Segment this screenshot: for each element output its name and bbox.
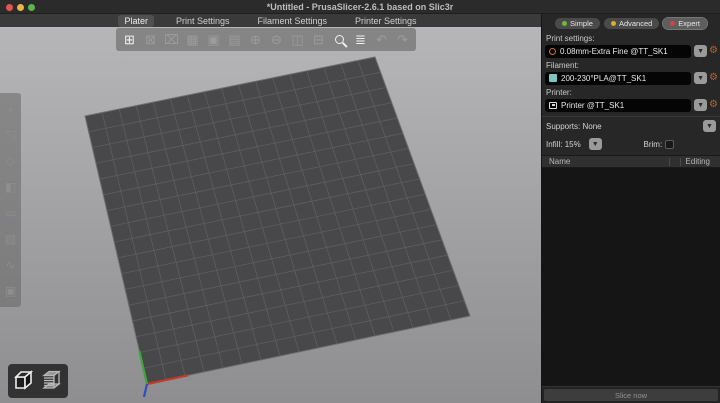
- column-editing: Editing: [685, 157, 710, 166]
- preview-view-button[interactable]: [39, 367, 65, 395]
- tab-printer-settings[interactable]: Printer Settings: [349, 15, 423, 27]
- scale-gizmo-icon[interactable]: ◹: [0, 122, 21, 148]
- prusaslicer-window: *Untitled - PrusaSlicer-2.6.1 based on S…: [0, 0, 720, 403]
- arrange-icon[interactable]: ▦: [182, 29, 203, 50]
- add-instance-icon[interactable]: ⊕: [245, 29, 266, 50]
- supports-dropdown-button[interactable]: ▼: [703, 120, 716, 132]
- filament-gear-icon[interactable]: ⚙: [709, 73, 718, 83]
- printer-combo[interactable]: Printer @TT_SK1: [545, 98, 692, 112]
- seam-painting-gizmo-icon[interactable]: ∿: [0, 252, 21, 278]
- mode-label: Advanced: [618, 19, 653, 28]
- print-settings-label: Print settings:: [546, 34, 595, 43]
- copy-icon[interactable]: ▣: [203, 29, 224, 50]
- gizmo-toolbar: ⌖ ◹ ◇ ◧ ▭ ▧ ∿ ▣: [0, 93, 21, 307]
- add-object-icon[interactable]: ⊞: [119, 29, 140, 50]
- print-settings-gear-icon[interactable]: ⚙: [709, 46, 718, 56]
- mode-expert-button[interactable]: Expert: [662, 17, 708, 30]
- window-title: *Untitled - PrusaSlicer-2.6.1 based on S…: [266, 1, 454, 12]
- cube-icon: [14, 370, 34, 390]
- right-sidebar: Simple Advanced Expert Print settings: 0.0…: [541, 14, 720, 403]
- supports-value: None: [582, 121, 602, 131]
- filament-label: Filament:: [546, 61, 579, 70]
- delete-object-icon[interactable]: ⊠: [140, 29, 161, 50]
- filament-combo[interactable]: 200-230°PLA@TT_SK1: [545, 71, 692, 85]
- printer-gear-icon[interactable]: ⚙: [709, 100, 718, 110]
- tab-filament-settings[interactable]: Filament Settings: [251, 15, 333, 27]
- print-settings-value: 0.08mm-Extra Fine @TT_SK1: [560, 46, 668, 56]
- split-to-parts-icon[interactable]: ⊟: [308, 29, 329, 50]
- close-button[interactable]: [6, 3, 13, 11]
- view-mode-toggle: [8, 364, 68, 398]
- brim-checkbox[interactable]: [665, 139, 675, 149]
- undo-icon[interactable]: ↶: [371, 29, 392, 50]
- tab-print-settings[interactable]: Print Settings: [170, 15, 236, 27]
- mode-label: Expert: [678, 19, 700, 28]
- paint-supports-gizmo-icon[interactable]: ▧: [0, 226, 21, 252]
- print-bed[interactable]: [0, 27, 541, 403]
- 3d-editor-view-button[interactable]: [11, 367, 37, 395]
- delete-all-icon[interactable]: ⌧: [161, 29, 182, 50]
- chevron-down-icon: ▼: [591, 140, 599, 148]
- print-profile-icon: [549, 47, 556, 55]
- window-controls: [6, 0, 35, 14]
- remove-instance-icon[interactable]: ⊖: [266, 29, 287, 50]
- print-settings-combo[interactable]: 0.08mm-Extra Fine @TT_SK1: [545, 44, 692, 58]
- tab-plater[interactable]: Plater: [118, 14, 154, 27]
- mode-dot-icon: [610, 21, 616, 26]
- brim-label: Brim:: [643, 139, 663, 149]
- mode-advanced-button[interactable]: Advanced: [603, 18, 660, 29]
- redo-icon[interactable]: ↷: [392, 29, 413, 50]
- mode-dot-icon: [670, 21, 676, 26]
- title-bar: *Untitled - PrusaSlicer-2.6.1 based on S…: [0, 0, 720, 14]
- object-list-header: Name Editing: [542, 155, 720, 168]
- object-toolbar: ⊞ ⊠ ⌧ ▦ ▣ ▤ ⊕ ⊖ ◫ ⊟ ≣ ↶ ↷: [116, 28, 416, 51]
- paste-icon[interactable]: ▤: [224, 29, 245, 50]
- rotate-gizmo-icon[interactable]: ◇: [0, 148, 21, 174]
- zoom-button[interactable]: [28, 3, 35, 11]
- printer-value: Printer @TT_SK1: [561, 100, 625, 110]
- chevron-down-icon: ▼: [706, 122, 713, 130]
- cut-gizmo-icon[interactable]: ▭: [0, 200, 21, 226]
- filament-value: 200-230°PLA@TT_SK1: [561, 73, 647, 83]
- infill-dropdown-button[interactable]: ▼: [588, 138, 602, 150]
- mode-simple-button[interactable]: Simple: [555, 18, 600, 29]
- text-embossing-gizmo-icon[interactable]: ▣: [0, 278, 21, 304]
- settings-tab-bar: Plater Print Settings Filament Settings …: [0, 14, 541, 27]
- print-settings-dropdown-button[interactable]: ▼: [694, 45, 708, 57]
- chevron-down-icon: ▼: [697, 74, 704, 82]
- minimize-button[interactable]: [17, 3, 24, 11]
- move-gizmo-icon[interactable]: ⌖: [0, 96, 21, 122]
- slice-now-button[interactable]: Slice now: [544, 389, 718, 401]
- split-to-objects-icon[interactable]: ◫: [287, 29, 308, 50]
- search-icon[interactable]: [329, 29, 350, 50]
- filament-dropdown-button[interactable]: ▼: [694, 72, 708, 84]
- infill-brim-row: Infill: 15% ▼ Brim:: [542, 135, 720, 153]
- mode-dot-icon: [562, 21, 567, 26]
- infill-label: Infill:: [546, 139, 563, 149]
- supports-row: Supports: None ▼: [542, 116, 720, 135]
- printer-icon: [549, 101, 557, 109]
- sliced-layers-icon: [42, 370, 61, 389]
- object-list[interactable]: [542, 168, 720, 386]
- 3d-viewport[interactable]: ⊞ ⊠ ⌧ ▦ ▣ ▤ ⊕ ⊖ ◫ ⊟ ≣ ↶ ↷ ⌖ ◹ ◇ ◧ ▭ ▧ ∿ ▣: [0, 27, 541, 403]
- filament-color-swatch: [549, 74, 557, 82]
- mode-selector: Simple Advanced Expert: [542, 14, 720, 32]
- infill-value: 15%: [564, 139, 581, 149]
- place-on-face-gizmo-icon[interactable]: ◧: [0, 174, 21, 200]
- printer-label: Printer:: [546, 88, 572, 97]
- variable-layer-height-icon[interactable]: ≣: [350, 29, 371, 50]
- slice-bar: Slice now: [542, 386, 720, 403]
- column-name: Name: [549, 157, 571, 166]
- chevron-down-icon: ▼: [697, 47, 704, 55]
- printer-dropdown-button[interactable]: ▼: [694, 99, 708, 111]
- mode-label: Simple: [570, 19, 593, 28]
- supports-label: Supports:: [546, 121, 581, 131]
- chevron-down-icon: ▼: [697, 101, 704, 109]
